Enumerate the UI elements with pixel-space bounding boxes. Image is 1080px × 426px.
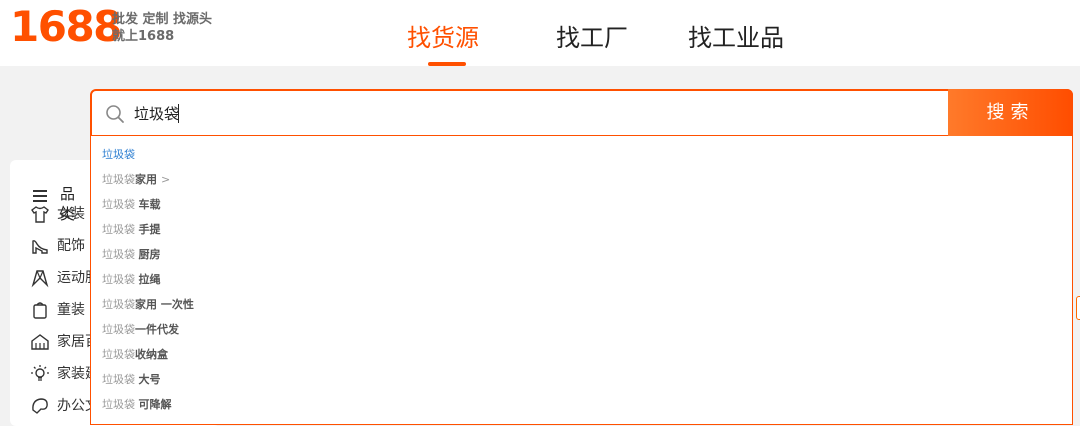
active-tab-underline [428, 62, 466, 66]
suggestion-item[interactable]: 垃圾袋 厨房 [102, 247, 161, 263]
sport-icon [31, 270, 49, 288]
suggestion-item[interactable]: 垃圾袋 拉绳 [102, 272, 161, 288]
suggestion-extension: 家用 一次性 [135, 298, 194, 311]
home-icon [31, 334, 49, 350]
logo-1688[interactable]: 1688 [10, 2, 122, 52]
suggestion-item[interactable]: 垃圾袋 可降解 [102, 397, 172, 413]
suggestion-item[interactable]: 垃圾袋 [102, 147, 135, 163]
suggestion-extension: 手提 [138, 223, 161, 236]
suggestion-extension: 可降解 [138, 398, 172, 411]
suggestion-extension: 大号 [138, 373, 161, 386]
slogan: 批发 定制 找源头 就上1688 [112, 11, 212, 45]
search-input[interactable] [134, 97, 934, 129]
suggestion-dropdown: 垃圾袋 垃圾袋家用 > 垃圾袋 车载 垃圾袋 手提 垃圾袋 厨房 垃圾袋 拉绳 垃… [90, 136, 1073, 425]
search-icon [106, 105, 124, 123]
suggestion-query: 垃圾袋 [102, 298, 135, 311]
tab-find-goods[interactable]: 找货源 [407, 18, 479, 58]
suggestion-query: 垃圾袋 [102, 373, 139, 386]
suggestion-extension: 一件代发 [135, 323, 179, 336]
suggestion-query: 垃圾袋 [102, 323, 135, 336]
suggestion-item[interactable]: 垃圾袋 大号 [102, 372, 161, 388]
suggestion-query: 垃圾袋 [102, 173, 135, 186]
suggestion-query: 垃圾袋 [102, 248, 139, 261]
suggestion-item[interactable]: 垃圾袋收纳盒 [102, 347, 168, 363]
slogan-line-1: 批发 定制 找源头 [112, 12, 213, 27]
suggestion-extension: 家用 [135, 173, 157, 186]
suggestion-item[interactable]: 垃圾袋家用 一次性 [102, 297, 194, 313]
top-header: 1688 批发 定制 找源头 就上1688 找货源 找工厂 找工业品 [0, 0, 1080, 66]
side-float-button[interactable] [1076, 296, 1080, 320]
heel-icon [32, 240, 48, 254]
suggestion-extension: 拉绳 [138, 273, 161, 286]
suggestion-query: 垃圾袋 [102, 198, 139, 211]
expand-arrow-icon: > [161, 173, 171, 186]
category-label: 配饰 [57, 238, 85, 254]
slogan-line-2: 就上1688 [112, 29, 175, 44]
office-icon [32, 398, 48, 414]
suggestion-extension: 厨房 [138, 248, 161, 261]
menu-icon [33, 190, 47, 202]
suggestion-extension: 车载 [138, 198, 161, 211]
suggestion-item[interactable]: 垃圾袋 车载 [102, 197, 161, 213]
tab-find-industrial[interactable]: 找工业品 [688, 18, 784, 58]
bulb-icon [31, 365, 49, 381]
search-box [90, 89, 1073, 137]
category-label: 女装 [57, 206, 85, 222]
suggestion-extension: 收纳盒 [135, 348, 168, 361]
kids-icon [33, 302, 47, 319]
suggestion-query: 垃圾袋 [102, 223, 139, 236]
search-button[interactable]: 搜索 [948, 89, 1073, 137]
suggestion-query: 垃圾袋 [102, 398, 139, 411]
text-caret [178, 104, 179, 123]
suggestion-query: 垃圾袋 [102, 348, 135, 361]
shirt-icon [31, 206, 49, 223]
suggestion-item[interactable]: 垃圾袋 手提 [102, 222, 161, 238]
tab-find-factory[interactable]: 找工厂 [556, 18, 628, 58]
suggestion-item[interactable]: 垃圾袋一件代发 [102, 322, 179, 338]
suggestion-item[interactable]: 垃圾袋家用 > [102, 172, 170, 188]
category-label: 童装 [57, 302, 85, 318]
suggestion-query: 垃圾袋 [102, 148, 135, 161]
suggestion-query: 垃圾袋 [102, 273, 139, 286]
